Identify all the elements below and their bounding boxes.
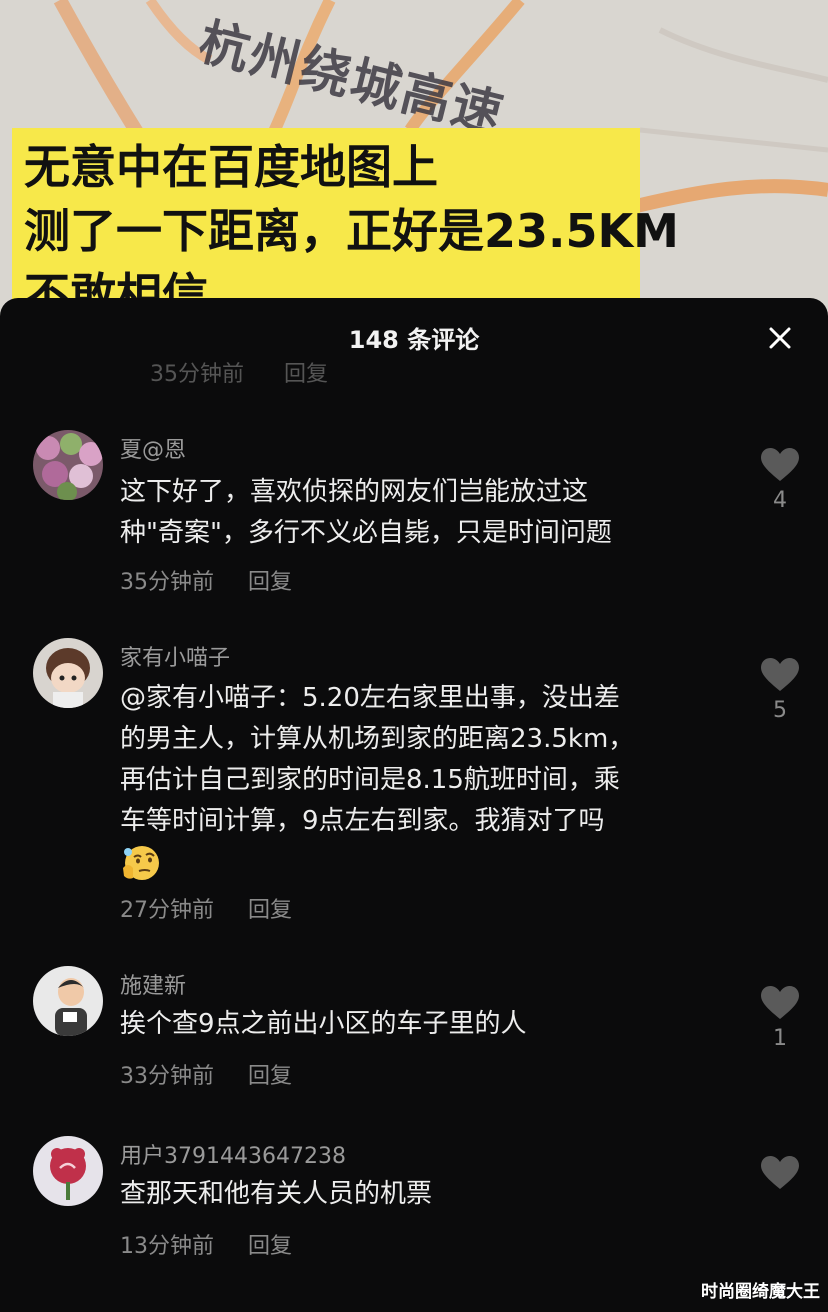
- like-button[interactable]: 4: [760, 448, 800, 513]
- comment-text-line: 车等时间计算，9点左右到家。我猜对了吗: [120, 806, 605, 836]
- avatar[interactable]: [33, 966, 103, 1036]
- comment-username[interactable]: 家有小喵子: [120, 640, 230, 672]
- comment-meta: 13分钟前 回复: [120, 1228, 292, 1260]
- comment-time: 35分钟前: [120, 570, 214, 595]
- avatar[interactable]: [33, 430, 103, 500]
- avatar-child-image: [33, 966, 103, 1036]
- avatar-rose-image: [33, 1136, 103, 1206]
- heart-icon: [761, 986, 799, 1019]
- comment-text-line: 的男主人，计算从机场到家的距离23.5km，: [120, 724, 635, 754]
- close-icon: [769, 327, 791, 349]
- like-button[interactable]: [760, 1156, 800, 1196]
- avatar-doll-image: [33, 638, 103, 708]
- like-count: 4: [773, 488, 787, 513]
- comment-text-line: 这下好了，喜欢侦探的网友们岂能放过这: [120, 477, 589, 507]
- like-count: 5: [773, 698, 787, 723]
- caption-line: 测了一下距离，正好是23.5KM: [24, 204, 679, 258]
- comments-count-title: 148 条评论: [348, 326, 480, 354]
- reply-button[interactable]: 回复: [248, 1234, 292, 1259]
- avatar[interactable]: [33, 1136, 103, 1206]
- comment-text-line: 种"奇案"，多行不义必自毙，只是时间问题: [120, 518, 612, 548]
- comment-time: 13分钟前: [120, 1234, 214, 1259]
- comment-emoji-line: [120, 842, 720, 883]
- comment-text: 这下好了，喜欢侦探的网友们岂能放过这 种"奇案"，多行不义必自毙，只是时间问题: [120, 472, 720, 554]
- comment-meta: 33分钟前 回复: [120, 1058, 292, 1090]
- like-count: 1: [773, 1026, 787, 1051]
- heart-icon: [761, 658, 799, 691]
- video-background: 杭州绕城高速 无意中在百度地图上 测了一下距离，正好是23.5KM 不敢相信: [0, 0, 828, 320]
- reply-button[interactable]: 回复: [248, 1064, 292, 1089]
- heart-icon: [761, 448, 799, 481]
- comment-text-line: @家有小喵子：5.20左右家里出事，没出差: [120, 683, 620, 713]
- comment-text-line: 挨个查9点之前出小区的车子里的人: [120, 1009, 527, 1039]
- comment-text: 查那天和他有关人员的机票: [120, 1174, 720, 1215]
- comment-text-line: 查那天和他有关人员的机票: [120, 1179, 433, 1209]
- heart-icon: [761, 1156, 799, 1189]
- like-button[interactable]: 1: [760, 986, 800, 1051]
- comment-text-line: 再估计自己到家的时间是8.15航班时间，乘: [120, 765, 620, 795]
- comment-text: 挨个查9点之前出小区的车子里的人: [120, 1004, 720, 1045]
- comment-username[interactable]: 用户3791443647238: [120, 1138, 346, 1170]
- watermark: 时尚圈绮魔大王: [701, 1282, 820, 1302]
- video-caption: 无意中在百度地图上 测了一下距离，正好是23.5KM 不敢相信: [12, 128, 679, 320]
- reply-button[interactable]: 回复: [248, 898, 292, 923]
- comment-username[interactable]: 夏@恩: [120, 432, 186, 464]
- reply-button[interactable]: 回复: [248, 570, 292, 595]
- avatar-flowers-image: [33, 430, 103, 500]
- previous-comment-meta: 35分钟前 回复: [150, 362, 368, 384]
- comment-username[interactable]: 施建新: [120, 968, 186, 1000]
- thinking-face-emoji: [123, 845, 159, 880]
- caption-line: 无意中在百度地图上: [24, 140, 438, 194]
- close-button[interactable]: [762, 320, 798, 356]
- comment-meta: 35分钟前 回复: [120, 564, 292, 596]
- previous-comment-reply: 回复: [284, 362, 329, 384]
- comments-sheet: 148 条评论 35分钟前 回复 夏@恩 这下好了，喜欢侦探的网友们岂能放过这 种…: [0, 298, 828, 1312]
- avatar[interactable]: [33, 638, 103, 708]
- like-button[interactable]: 5: [760, 658, 800, 723]
- comment-time: 33分钟前: [120, 1064, 214, 1089]
- previous-comment-time: 35分钟前: [150, 362, 244, 384]
- comment-text: @家有小喵子：5.20左右家里出事，没出差 的男主人，计算从机场到家的距离23.…: [120, 678, 720, 883]
- comment-meta: 27分钟前 回复: [120, 892, 292, 924]
- comment-time: 27分钟前: [120, 898, 214, 923]
